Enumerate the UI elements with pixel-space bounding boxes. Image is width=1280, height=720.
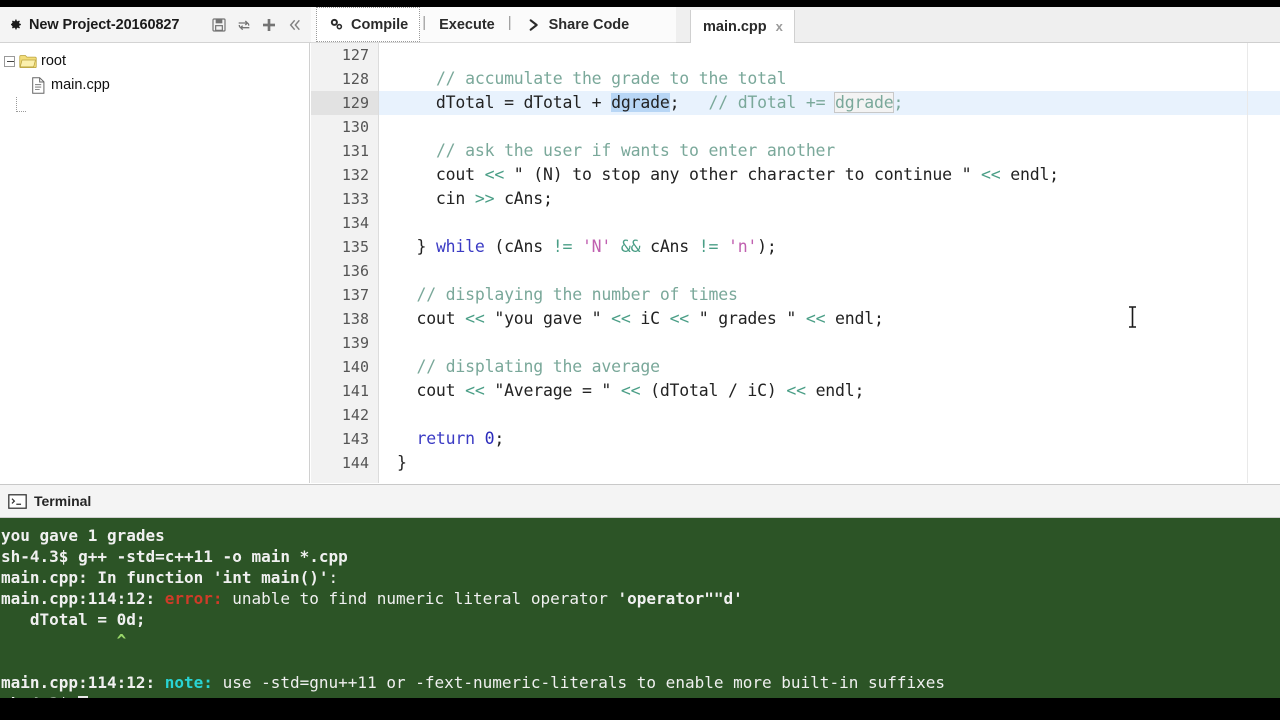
compile-button[interactable]: Compile	[316, 7, 421, 42]
file-icon	[32, 76, 45, 94]
line-number-gutter: 127 128 129 130 131 132 133 134 135 136 137 138 139 1…	[311, 43, 379, 483]
line-number: 133	[341, 190, 369, 208]
close-icon[interactable]: x	[776, 19, 783, 34]
line-number: 139	[341, 334, 369, 352]
line-number: 132	[341, 166, 369, 184]
tab-label: main.cpp	[703, 18, 767, 35]
line-number: 140	[341, 358, 369, 376]
compile-label: Compile	[351, 16, 409, 33]
code-line[interactable]: dTotal = dTotal + dgrade; // dTotal += d…	[379, 91, 1280, 115]
line-number: 142	[341, 406, 369, 424]
project-header: New Project-20160827	[0, 7, 311, 43]
terminal-title: Terminal	[34, 493, 92, 509]
line-number: 137	[341, 286, 369, 304]
terminal-line: ^	[1, 631, 127, 650]
line-number: 127	[341, 46, 369, 64]
code-line[interactable]: return 0;	[379, 427, 1280, 451]
project-title: New Project-20160827	[29, 16, 180, 33]
terminal-line: main.cpp: In function 'int main()':	[1, 568, 339, 587]
file-tree-panel: root main.cpp	[0, 43, 310, 483]
terminal-output[interactable]: you gave 1 grades sh-4.3$ g++ -std=c++11 …	[0, 518, 1280, 698]
code-line[interactable]: } while (cAns != 'N' && cAns != 'n');	[379, 235, 1280, 259]
mouse-cursor-ibeam	[1129, 306, 1136, 328]
code-line[interactable]: }	[379, 451, 1280, 475]
share-code-label: Share Code	[548, 17, 630, 33]
collapse-icon[interactable]	[286, 17, 302, 33]
execute-label: Execute	[439, 17, 495, 33]
editor-tab-bar: main.cpp x	[676, 7, 1280, 43]
code-line[interactable]: // ask the user if wants to enter anothe…	[379, 139, 1280, 163]
terminal-line: main.cpp:114:12: error: unable to find n…	[1, 589, 743, 608]
code-editor[interactable]: 127 128 129 130 131 132 133 134 135 136 137 138 139 1…	[311, 43, 1280, 483]
code-line[interactable]: cout << "Average = " << (dTotal / iC) <<…	[379, 379, 1280, 403]
share-code-button[interactable]: Share Code	[514, 8, 641, 42]
terminal-line: you gave 1 grades	[1, 526, 165, 545]
code-line[interactable]	[379, 331, 1280, 355]
tree-connector-horizontal	[16, 111, 26, 112]
line-number: 141	[341, 382, 369, 400]
tree-node-main-cpp[interactable]: main.cpp	[0, 73, 309, 97]
collapse-toggle-icon[interactable]	[4, 55, 15, 67]
line-number: 131	[341, 142, 369, 160]
code-line[interactable]	[379, 115, 1280, 139]
letterbox-top	[0, 0, 1280, 7]
code-line[interactable]: cout << " (N) to stop any other characte…	[379, 163, 1280, 187]
chevron-right-icon	[529, 19, 538, 31]
line-number: 130	[341, 118, 369, 136]
save-icon[interactable]	[211, 17, 227, 33]
line-number: 138	[341, 310, 369, 328]
terminal-icon	[8, 493, 27, 509]
execute-button[interactable]: Execute	[428, 8, 506, 42]
toolbar-separator-2: |	[507, 13, 512, 31]
terminal-line: dTotal = 0d;	[1, 610, 146, 629]
toolbar-separator-1: |	[422, 13, 427, 31]
terminal-line: sh-4.3$ g++ -std=c++11 -o main *.cpp	[1, 547, 348, 566]
code-line[interactable]: // displaying the number of times	[379, 283, 1280, 307]
screen: New Project-20160827 Compile | Execute |…	[0, 0, 1280, 720]
refresh-icon[interactable]	[236, 17, 252, 33]
code-line[interactable]	[379, 403, 1280, 427]
line-number: 135	[341, 238, 369, 256]
tree-child-label: main.cpp	[51, 77, 110, 93]
code-line[interactable]	[379, 211, 1280, 235]
code-line[interactable]	[379, 259, 1280, 283]
line-number: 144	[341, 454, 369, 472]
code-surface[interactable]: // accumulate the grade to the total dTo…	[379, 43, 1280, 483]
tree-root-label: root	[41, 53, 66, 69]
code-line[interactable]: // accumulate the grade to the total	[379, 67, 1280, 91]
add-icon[interactable]	[261, 17, 277, 33]
letterbox-bottom	[0, 698, 1280, 720]
line-number: 136	[341, 262, 369, 280]
gear-icon[interactable]	[6, 16, 23, 33]
line-number: 143	[341, 430, 369, 448]
code-line[interactable]: cout << "you gave " << iC << " grades " …	[379, 307, 1280, 331]
code-line[interactable]: cin >> cAns;	[379, 187, 1280, 211]
terminal-header: Terminal	[0, 484, 1280, 518]
line-number: 134	[341, 214, 369, 232]
project-header-actions	[211, 17, 311, 33]
code-line[interactable]: // displating the average	[379, 355, 1280, 379]
folder-icon	[19, 54, 37, 68]
tree-node-root[interactable]: root	[0, 49, 309, 73]
tab-main-cpp[interactable]: main.cpp x	[690, 10, 795, 43]
gears-icon	[330, 18, 343, 30]
top-strip: New Project-20160827 Compile | Execute |…	[0, 7, 1280, 43]
code-line[interactable]	[379, 43, 1280, 67]
editor-right-rule	[1247, 43, 1248, 483]
tree-connector-vertical	[16, 97, 17, 112]
line-number: 129	[311, 91, 378, 115]
terminal-line: main.cpp:114:12: note: use -std=gnu++11 …	[1, 673, 946, 692]
line-number: 128	[341, 70, 369, 88]
ide-window: New Project-20160827 Compile | Execute |…	[0, 7, 1280, 705]
